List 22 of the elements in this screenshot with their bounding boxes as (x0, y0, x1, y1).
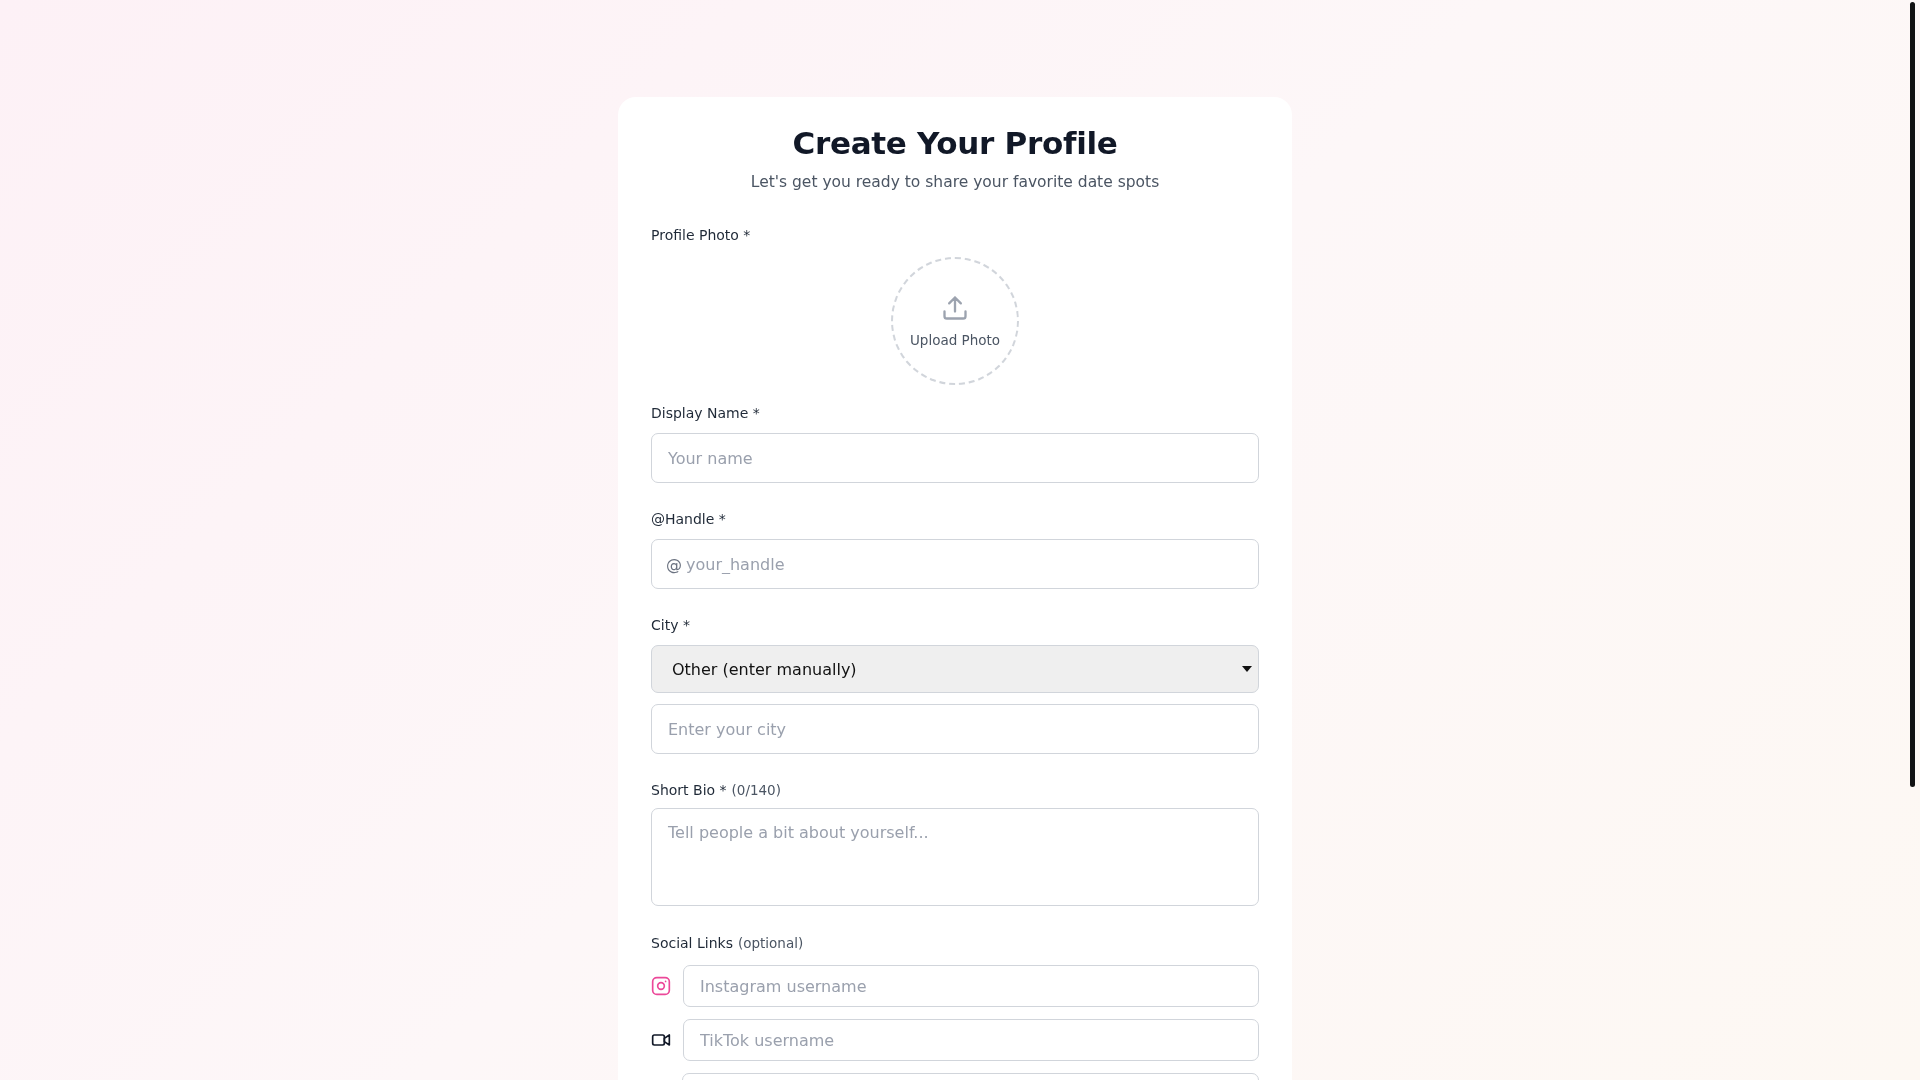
bio-textarea[interactable]: Tell people a bit about yourself... (651, 808, 1259, 906)
at-prefix: @ (666, 555, 682, 574)
character-counter: (0/140) (731, 782, 781, 798)
name-input[interactable]: Your name (651, 433, 1259, 483)
scrollbar[interactable] (1910, 2, 1915, 787)
optional-note: (optional) (737, 935, 804, 951)
upload-icon (941, 294, 969, 322)
field-label: @Handle * (651, 511, 727, 527)
field-label: City * (651, 617, 691, 633)
field-label: Profile Photo * (651, 227, 752, 243)
field-label: Social Links (651, 935, 733, 951)
field-label: Display Name * (651, 405, 761, 421)
field-label: Short Bio * (651, 782, 727, 798)
social-input[interactable]: TikTok username (683, 1019, 1259, 1061)
page-subtitle: Let's get you ready to share your favorite date spots (749, 173, 1161, 191)
upload-photo-button[interactable]: Upload Photo (891, 257, 1019, 385)
dropdown-caret-icon (1242, 666, 1252, 672)
city-select[interactable]: Other (enter manually) (651, 645, 1259, 693)
page-title: Create Your Profile (791, 125, 1119, 161)
city-input[interactable]: Enter your city (651, 704, 1259, 754)
social-input[interactable]: Instagram username (683, 965, 1259, 1007)
instagram-icon (651, 976, 671, 996)
